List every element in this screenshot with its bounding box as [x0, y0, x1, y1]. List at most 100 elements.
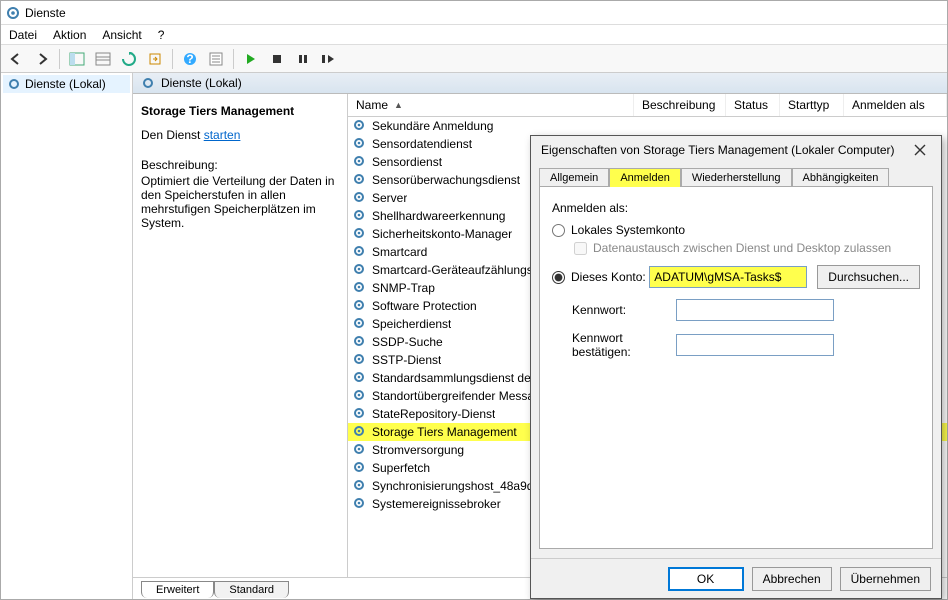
titlebar: Dienste — [1, 1, 947, 25]
detail-panel: Storage Tiers Management Den Dienst star… — [133, 94, 348, 577]
menu-action[interactable]: Aktion — [53, 28, 86, 42]
start-service-line: Den Dienst starten — [141, 128, 339, 142]
tab-general[interactable]: Allgemein — [539, 168, 609, 187]
refresh-button[interactable] — [118, 48, 140, 70]
toolbar: ? — [1, 45, 947, 73]
service-name: Speicherdienst — [372, 317, 451, 331]
dialog-title: Eigenschaften von Storage Tiers Manageme… — [541, 143, 895, 157]
col-name[interactable]: Name▲ — [348, 94, 634, 116]
tree-pane: Dienste (Lokal) — [1, 73, 133, 599]
radio-this-account[interactable] — [552, 271, 565, 284]
col-starttype[interactable]: Starttyp — [780, 94, 844, 116]
tab-standard[interactable]: Standard — [214, 581, 289, 598]
service-name: Sensordienst — [372, 155, 442, 169]
gear-icon — [352, 154, 368, 170]
service-name: SSDP-Suche — [372, 335, 443, 349]
password-confirm-input[interactable] — [676, 334, 834, 356]
col-status[interactable]: Status — [726, 94, 780, 116]
service-name: Server — [372, 191, 407, 205]
gear-icon — [352, 406, 368, 422]
gear-icon — [352, 262, 368, 278]
menu-view[interactable]: Ansicht — [102, 28, 141, 42]
tree-root-node[interactable]: Dienste (Lokal) — [3, 75, 130, 93]
gear-icon — [352, 388, 368, 404]
svg-text:?: ? — [186, 52, 193, 66]
tree-root-label: Dienste (Lokal) — [25, 77, 106, 91]
properties-dialog: Eigenschaften von Storage Tiers Manageme… — [530, 135, 942, 599]
service-name: Storage Tiers Management — [372, 425, 517, 439]
window-title: Dienste — [25, 6, 66, 20]
properties-button[interactable] — [205, 48, 227, 70]
ok-button[interactable]: OK — [668, 567, 744, 591]
gear-icon — [352, 208, 368, 224]
tab-recovery[interactable]: Wiederherstellung — [681, 168, 792, 187]
col-desc[interactable]: Beschreibung — [634, 94, 726, 116]
show-hide-tree-button[interactable] — [66, 48, 88, 70]
service-name: Smartcard — [372, 245, 427, 259]
password-input[interactable] — [676, 299, 834, 321]
this-account-label: Dieses Konto: — [571, 270, 649, 284]
gear-icon — [352, 442, 368, 458]
selected-service-name: Storage Tiers Management — [141, 104, 339, 118]
tab-deps[interactable]: Abhängigkeiten — [792, 168, 890, 187]
close-icon — [914, 144, 926, 156]
service-name: Shellhardwareerkennung — [372, 209, 505, 223]
gear-icon — [352, 460, 368, 476]
service-name: Superfetch — [372, 461, 430, 475]
stop-button[interactable] — [266, 48, 288, 70]
pause-button[interactable] — [292, 48, 314, 70]
gear-icon — [352, 190, 368, 206]
service-name: SSTP-Dienst — [372, 353, 441, 367]
properties-pane-button[interactable] — [92, 48, 114, 70]
play-button[interactable] — [240, 48, 262, 70]
service-name: Synchronisierungshost_48a9d — [372, 479, 533, 493]
checkbox-allow-desktop — [574, 242, 587, 255]
cancel-button[interactable]: Abbrechen — [752, 567, 832, 591]
dialog-page-logon: Anmelden als: Lokales Systemkonto Datena… — [539, 186, 933, 549]
restart-button[interactable] — [318, 48, 340, 70]
tab-extended[interactable]: Erweitert — [141, 581, 214, 598]
gear-icon — [352, 298, 368, 314]
gear-icon — [352, 334, 368, 350]
dialog-titlebar: Eigenschaften von Storage Tiers Manageme… — [531, 136, 941, 164]
gear-icon — [352, 316, 368, 332]
gear-icon — [352, 118, 368, 134]
radio-local-system[interactable] — [552, 224, 565, 237]
menu-file[interactable]: Datei — [9, 28, 37, 42]
service-row[interactable]: Sekundäre Anmeldung — [348, 117, 947, 135]
password-label: Kennwort: — [572, 303, 676, 317]
gear-icon — [141, 76, 155, 90]
pane-header: Dienste (Lokal) — [133, 73, 947, 94]
start-service-link[interactable]: starten — [204, 128, 241, 142]
pane-header-title: Dienste (Lokal) — [161, 76, 242, 90]
password-confirm-label: Kennwort bestätigen: — [572, 331, 676, 359]
description-text: Optimiert die Verteilung der Daten in de… — [141, 174, 339, 230]
service-name: Sensorüberwachungsdienst — [372, 173, 520, 187]
menubar: Datei Aktion Ansicht ? — [1, 25, 947, 45]
export-button[interactable] — [144, 48, 166, 70]
services-app-icon — [5, 5, 21, 21]
gear-icon — [7, 77, 21, 91]
close-button[interactable] — [905, 140, 935, 160]
account-input[interactable] — [649, 266, 807, 288]
browse-button[interactable]: Durchsuchen... — [817, 265, 920, 289]
forward-button[interactable] — [31, 48, 53, 70]
service-name: StateRepository-Dienst — [372, 407, 495, 421]
service-name: Software Protection — [372, 299, 477, 313]
gear-icon — [352, 478, 368, 494]
apply-button[interactable]: Übernehmen — [840, 567, 931, 591]
service-name: Systemereignissebroker — [372, 497, 501, 511]
back-button[interactable] — [5, 48, 27, 70]
service-name: SNMP-Trap — [372, 281, 435, 295]
help-button[interactable]: ? — [179, 48, 201, 70]
gear-icon — [352, 172, 368, 188]
tab-logon[interactable]: Anmelden — [609, 168, 681, 187]
gear-icon — [352, 280, 368, 296]
col-logon[interactable]: Anmelden als — [844, 94, 947, 116]
dialog-tabs: Allgemein Anmelden Wiederherstellung Abh… — [531, 164, 941, 187]
service-name: Stromversorgung — [372, 443, 464, 457]
menu-help[interactable]: ? — [158, 28, 165, 42]
gear-icon — [352, 226, 368, 242]
list-header: Name▲ Beschreibung Status Starttyp Anmel… — [348, 94, 947, 117]
description-label: Beschreibung: — [141, 158, 339, 172]
